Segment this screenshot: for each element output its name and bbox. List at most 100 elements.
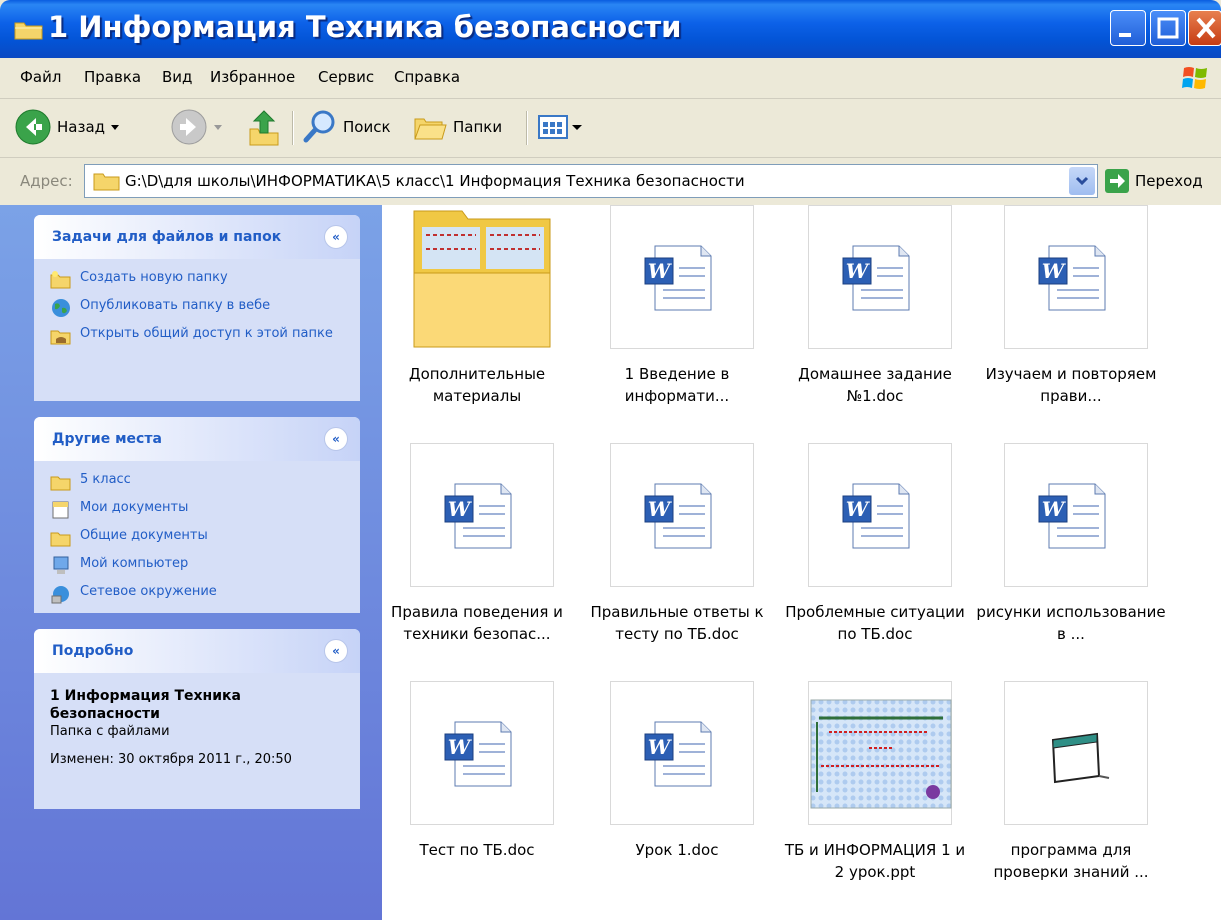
folder-icon [93,173,120,191]
svg-text:W: W [648,735,673,759]
dropdown-arrow-icon[interactable] [105,117,125,137]
program-window-icon [1051,732,1110,784]
details-type: Папка с файлами [50,724,170,739]
details-name: 1 Информация Техника безопасности [50,688,241,722]
minimize-button[interactable] [1110,10,1146,46]
word-document-icon: W [842,245,910,311]
windows-logo-icon [1182,67,1207,89]
window-title: 1 Информация Техника безопасности [48,10,682,44]
new-folder-icon [50,271,71,289]
file-tasks-panel: Задачи для файлов и папок « Создать нову… [34,215,360,401]
file-name: программа для проверки знаний ... [993,841,1149,881]
file-name: Урок 1.doc [635,841,719,859]
menu-edit[interactable]: Правка [84,68,141,86]
file-view: Дополнительные материалы W 1 Введение в … [382,205,1221,920]
dropdown-arrow-icon[interactable] [208,117,228,137]
panel-header[interactable]: Подробно « [34,629,360,673]
task-publish-web[interactable]: Опубликовать папку в вебе [50,297,350,318]
folders-icon [414,118,447,140]
svg-text:W: W [846,497,871,521]
word-document-icon: W [644,245,712,311]
file-name: ТБ и ИНФОРМАЦИЯ 1 и 2 урок.ppt [784,841,966,881]
task-share-folder[interactable]: Открыть общий доступ к этой папке [50,325,350,346]
collapse-icon[interactable]: « [324,427,348,451]
network-icon [51,586,69,604]
panel-title: Подробно [52,643,134,659]
collapse-icon[interactable]: « [324,225,348,249]
folders-button[interactable]: Папки [412,105,502,149]
word-document-icon: W [1038,483,1106,549]
file-name: рисунки использование в ... [976,603,1166,643]
file-name: Изучаем и повторяем прави... [985,365,1157,405]
minimize-icon [1119,33,1131,37]
address-path: G:\D\для школы\ИНФОРМАТИКА\5 класс\1 Инф… [125,172,745,190]
search-button[interactable]: Поиск [302,105,391,149]
close-button[interactable] [1188,10,1221,46]
svg-text:W: W [1042,497,1067,521]
other-places-panel: Другие места « 5 класс Мои документы Общ… [34,417,360,613]
search-label: Поиск [343,118,391,136]
views-button[interactable] [536,105,584,149]
forward-button[interactable] [170,105,228,149]
svg-text:W: W [1042,259,1067,283]
svg-text:W: W [448,735,473,759]
details-panel: Подробно « 1 Информация Техника безопасн… [34,629,360,809]
go-arrow-icon [1105,169,1129,193]
svg-text:W: W [448,497,473,521]
toolbar: Назад Поиск Папки [0,99,1221,158]
folder-icon [413,210,551,348]
forward-arrow-icon [171,109,207,145]
file-name: Дополнительные материалы [408,365,546,405]
file-name: Проблемные ситуации по ТБ.doc [785,603,965,643]
task-new-folder[interactable]: Создать новую папку [50,269,350,290]
collapse-icon[interactable]: « [324,639,348,663]
menu-tools[interactable]: Сервис [318,68,374,86]
word-document-icon: W [644,721,712,787]
menu-help[interactable]: Справка [394,68,460,86]
file-name: Домашнее задание №1.doc [798,365,952,405]
up-arrow-icon [249,110,279,146]
place-shared-documents[interactable]: Общие документы [50,527,350,548]
task-pane: Задачи для файлов и папок « Создать нову… [0,205,382,920]
place-network[interactable]: Сетевое окружение [50,583,350,604]
file-name: 1 Введение в информати... [624,365,730,405]
place-my-computer[interactable]: Мой компьютер [50,555,350,576]
word-document-icon: W [644,483,712,549]
maximize-button[interactable] [1150,10,1186,46]
place-5-class[interactable]: 5 класс [50,471,350,492]
address-dropdown-button[interactable] [1069,167,1095,195]
menu-view[interactable]: Вид [162,68,192,86]
close-icon [1196,17,1216,39]
panel-title: Задачи для файлов и папок [52,229,282,245]
menu-file[interactable]: Файл [20,68,61,86]
word-document-icon: W [842,483,910,549]
computer-icon [53,556,69,574]
panel-header[interactable]: Другие места « [34,417,360,461]
svg-text:W: W [648,497,673,521]
file-name: Правила поведения и техники безопас... [391,603,563,643]
folders-label: Папки [453,118,503,136]
title-bar[interactable]: 1 Информация Техника безопасности [0,0,1221,58]
presentation-thumbnail [810,699,952,809]
svg-text:W: W [648,259,673,283]
up-folder-button[interactable] [246,105,282,149]
dropdown-arrow-icon[interactable] [570,117,584,137]
word-document-icon: W [444,721,512,787]
file-name: Тест по ТБ.doc [419,841,535,859]
place-my-documents[interactable]: Мои документы [50,499,350,520]
documents-icon [52,501,69,519]
details-modified: Изменен: 30 октября 2011 г., 20:50 [50,752,292,767]
search-icon [303,110,335,143]
back-button[interactable]: Назад [14,105,125,149]
chevron-down-icon [1075,176,1089,186]
panel-title: Другие места [52,431,162,447]
menu-favorites[interactable]: Избранное [210,68,295,86]
shared-folder-icon [50,330,71,345]
menu-bar: Файл Правка Вид Избранное Сервис Справка [0,58,1221,99]
folder-icon [50,532,71,547]
go-button[interactable]: Переход [1104,166,1203,196]
views-icon [538,115,568,139]
go-label: Переход [1135,172,1203,190]
address-field[interactable]: G:\D\для школы\ИНФОРМАТИКА\5 класс\1 Инф… [84,164,1098,198]
panel-header[interactable]: Задачи для файлов и папок « [34,215,360,259]
